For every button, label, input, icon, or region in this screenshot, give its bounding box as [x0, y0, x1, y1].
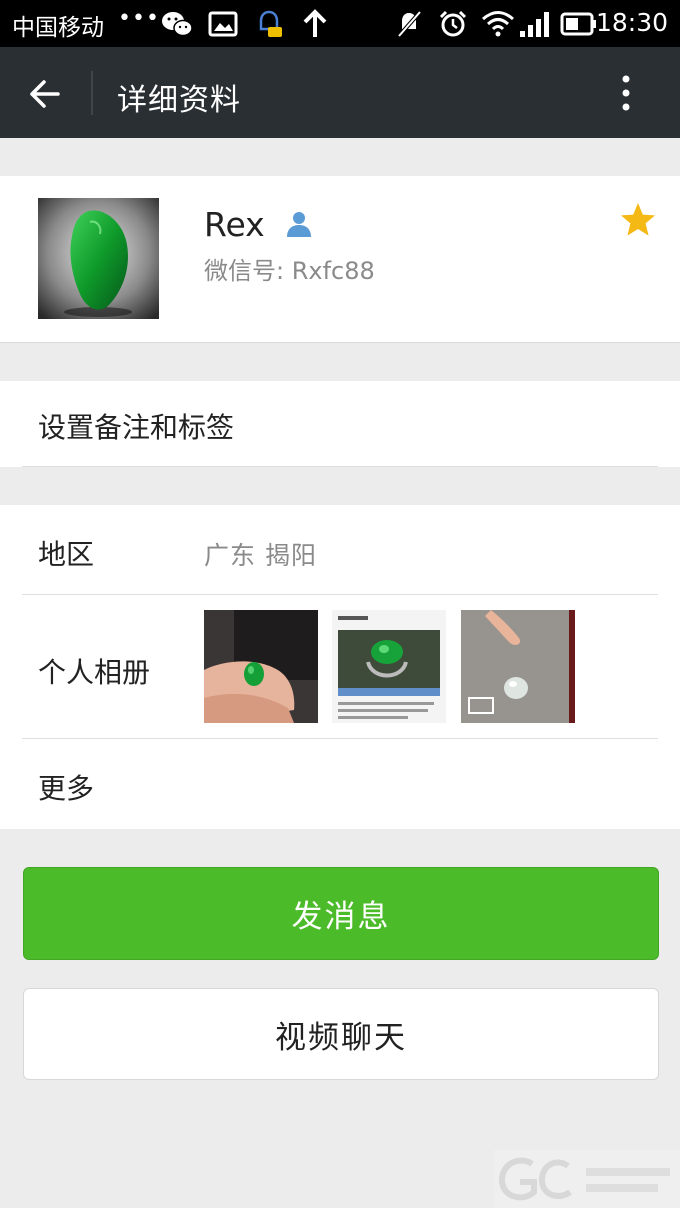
- send-message-button[interactable]: 发消息: [23, 867, 659, 960]
- star-icon[interactable]: [619, 201, 657, 239]
- mute-icon: [397, 10, 422, 38]
- wechat-id: 微信号: Rxfc88: [204, 257, 375, 285]
- notification-icon: [259, 10, 282, 37]
- status-dots: •••: [118, 6, 160, 31]
- status-time: 18:30: [595, 8, 668, 37]
- region-label: 地区: [38, 538, 95, 571]
- alarm-icon: [439, 10, 467, 37]
- remark-label: 设置备注和标签: [38, 411, 235, 444]
- album-thumbnail[interactable]: [461, 610, 575, 723]
- user-icon: [287, 212, 311, 237]
- image-icon: [208, 11, 238, 37]
- album-thumbnail[interactable]: [332, 610, 446, 723]
- wifi-icon: [482, 11, 514, 37]
- profile-card[interactable]: Rex 微信号: Rxfc88: [0, 176, 680, 343]
- region-row: 地区 广东 揭阳: [0, 505, 680, 595]
- back-arrow-icon[interactable]: [28, 77, 62, 111]
- battery-icon: [560, 12, 596, 36]
- avatar[interactable]: [38, 198, 159, 319]
- title-bar: 详细资料: [0, 47, 680, 138]
- title-divider: [91, 71, 93, 115]
- profile-name: Rex: [204, 205, 265, 244]
- album-label: 个人相册: [38, 656, 151, 689]
- more-row[interactable]: 更多: [0, 739, 680, 829]
- watermark-logo: [494, 1150, 680, 1208]
- album-thumbnail[interactable]: [204, 610, 318, 723]
- page-title: 详细资料: [117, 83, 241, 118]
- upload-arrow-icon: [303, 9, 327, 37]
- divider: [22, 466, 658, 467]
- video-chat-button[interactable]: 视频聊天: [23, 988, 659, 1080]
- carrier-label: 中国移动: [12, 15, 104, 41]
- region-value: 广东 揭阳: [204, 541, 317, 570]
- status-bar: 中国移动 ••• 18:30: [0, 0, 680, 47]
- more-vertical-icon[interactable]: [616, 73, 636, 113]
- signal-icon: [520, 12, 549, 37]
- wechat-icon: [162, 12, 193, 37]
- remark-row[interactable]: 设置备注和标签: [0, 381, 680, 467]
- more-label: 更多: [38, 772, 95, 805]
